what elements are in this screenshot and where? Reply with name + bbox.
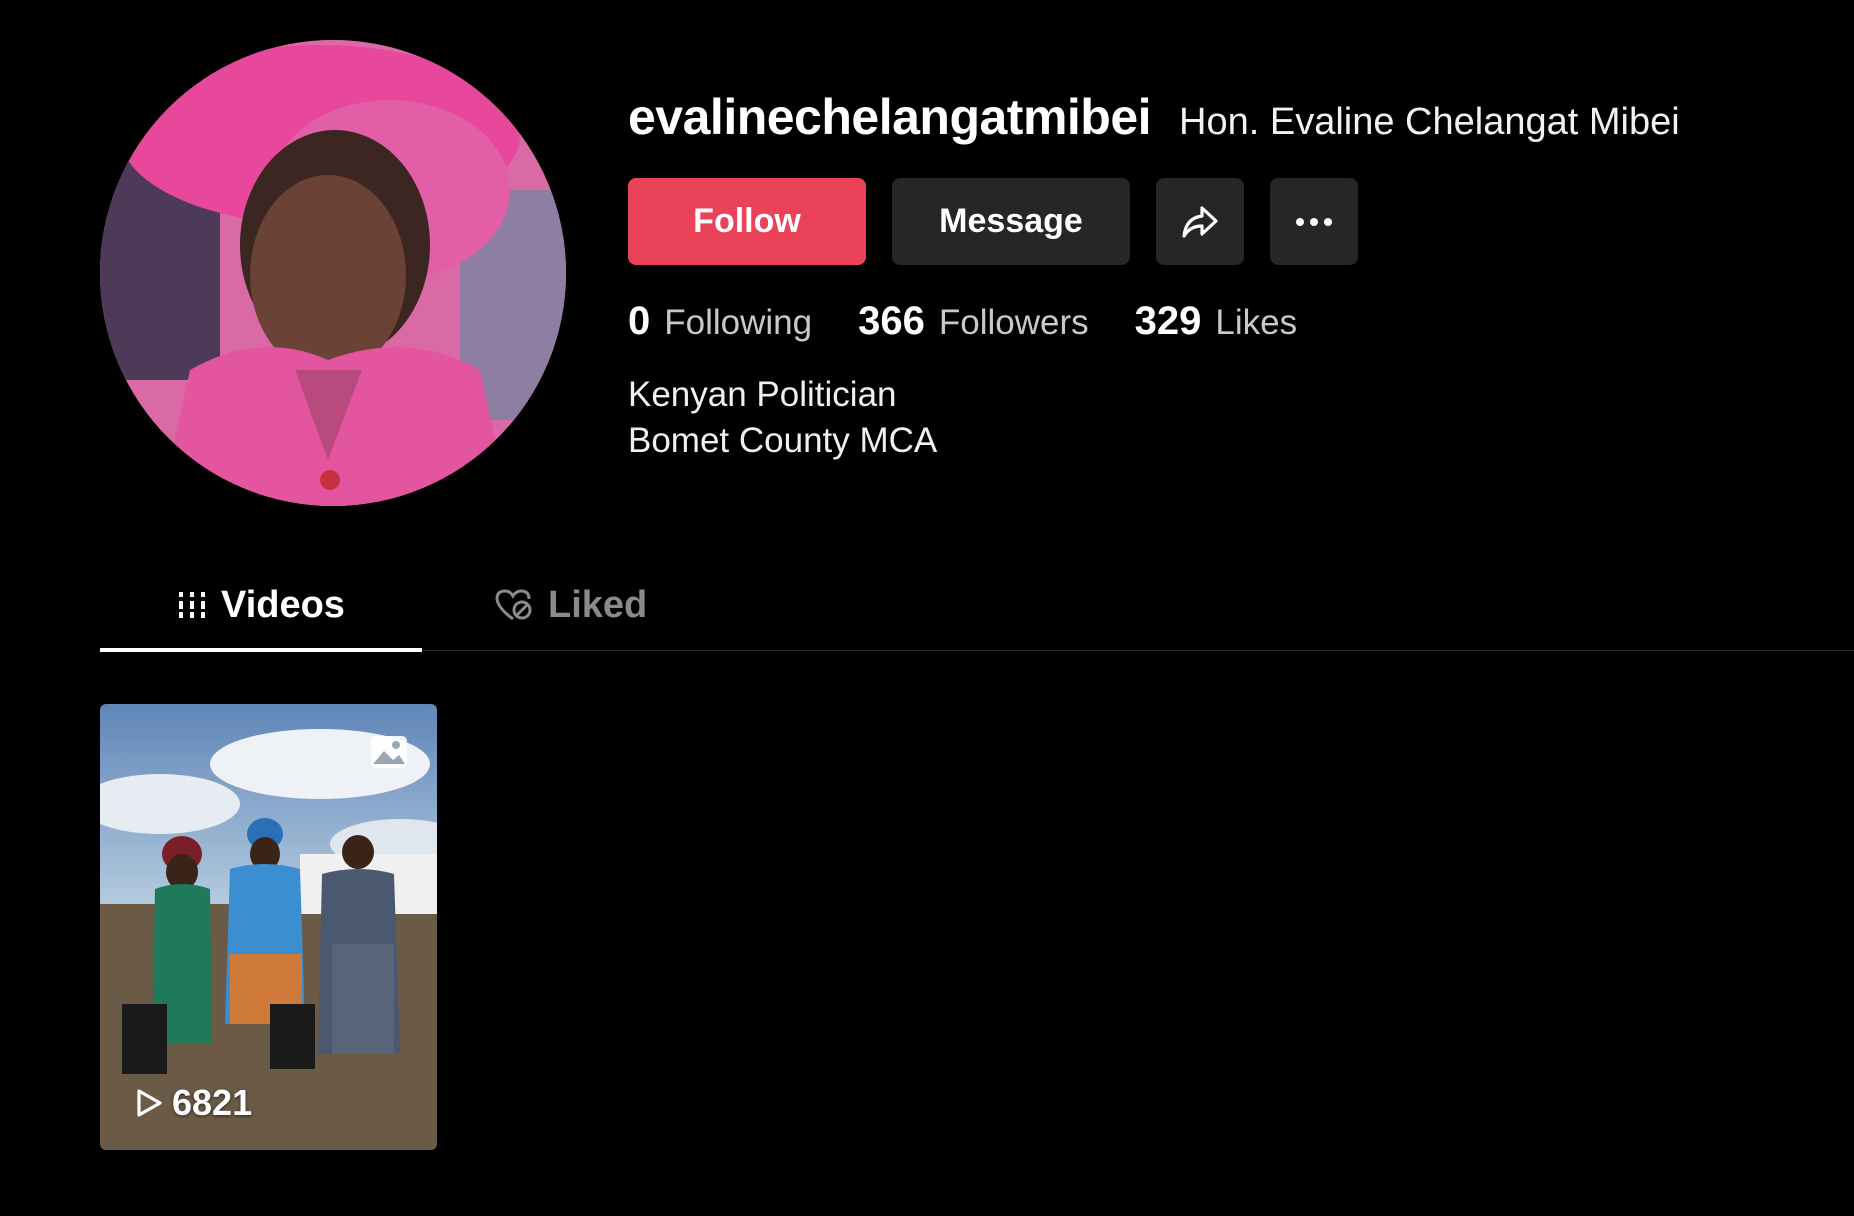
- followers-count: 366: [858, 299, 925, 343]
- following-label: Following: [664, 303, 813, 342]
- ellipsis-icon: [1296, 217, 1332, 226]
- grid-icon: [177, 590, 207, 620]
- tab-liked[interactable]: Liked: [494, 560, 647, 650]
- video-thumbnail[interactable]: 6821: [100, 704, 437, 1150]
- followers-label: Followers: [938, 303, 1089, 342]
- message-button[interactable]: Message: [892, 178, 1130, 265]
- active-tab-indicator: [100, 648, 422, 652]
- following-stat[interactable]: 0 Following: [628, 299, 812, 344]
- profile-bio: Kenyan Politician Bomet County MCA: [628, 372, 1680, 464]
- likes-stat: 329 Likes: [1135, 299, 1297, 344]
- profile-avatar[interactable]: [100, 40, 566, 506]
- share-button[interactable]: [1156, 178, 1244, 265]
- tab-label: Videos: [221, 583, 345, 626]
- tab-videos[interactable]: Videos: [100, 560, 422, 652]
- bio-line: Kenyan Politician: [628, 375, 897, 414]
- likes-count: 329: [1134, 299, 1202, 343]
- view-count: 6821: [134, 1082, 252, 1124]
- bio-line: Bomet County MCA: [628, 421, 938, 460]
- avatar-image: [100, 40, 566, 506]
- view-count-number: 6821: [172, 1082, 253, 1123]
- follow-button[interactable]: Follow: [628, 178, 866, 265]
- followers-stat[interactable]: 366 Followers: [858, 299, 1089, 344]
- following-count: 0: [628, 299, 651, 343]
- name-row: evalinechelangatmibei Hon. Evaline Chela…: [628, 88, 1680, 146]
- profile-info: evalinechelangatmibei Hon. Evaline Chela…: [628, 88, 1680, 464]
- heart-lock-icon: [494, 588, 534, 622]
- likes-label: Likes: [1215, 303, 1298, 342]
- more-button[interactable]: [1270, 178, 1358, 265]
- share-arrow-icon: [1182, 205, 1218, 238]
- profile-tabs: Videos Liked: [100, 560, 1854, 652]
- photo-icon: [371, 736, 407, 768]
- tab-label: Liked: [548, 583, 648, 626]
- profile-stats: 0 Following 366 Followers 329 Likes: [628, 299, 1680, 344]
- profile-actions: Follow Message: [628, 178, 1680, 265]
- play-icon: [134, 1087, 164, 1119]
- username: evalinechelangatmibei: [628, 89, 1152, 145]
- display-name: Hon. Evaline Chelangat Mibei: [1179, 101, 1680, 143]
